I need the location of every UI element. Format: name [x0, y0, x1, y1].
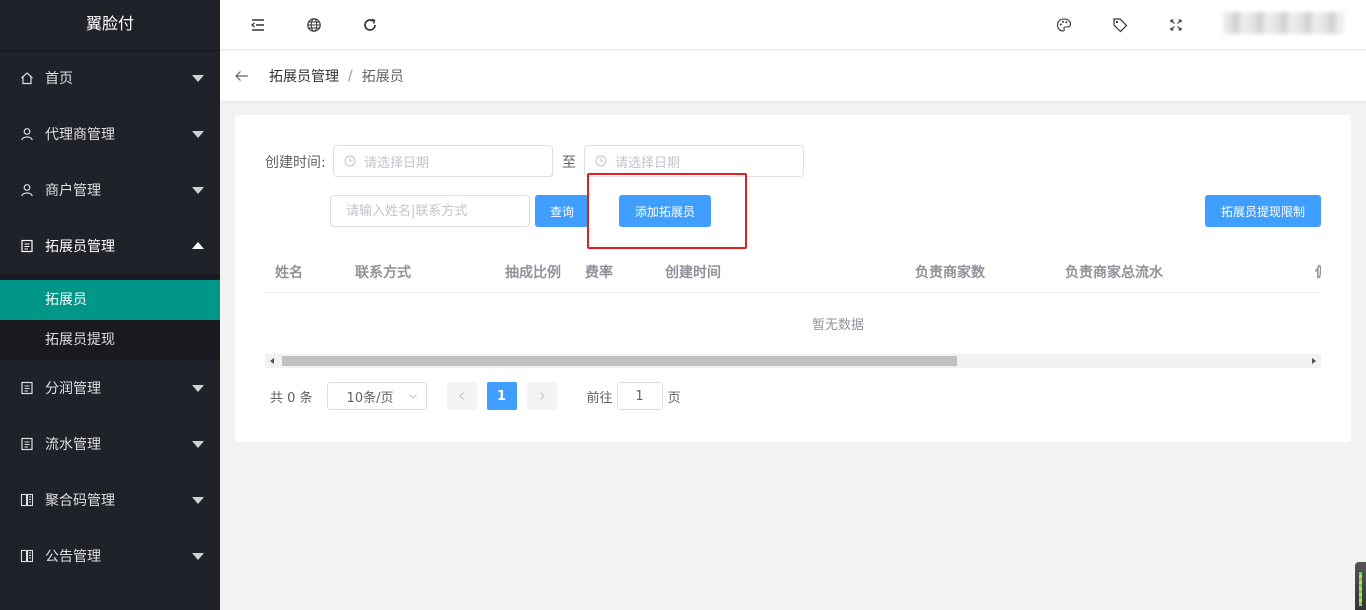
- breadcrumb-separator: /: [348, 68, 353, 84]
- grid-document-icon: [20, 493, 34, 507]
- goto-label: 前往: [586, 390, 613, 406]
- sidebar-item-announcements[interactable]: 公告管理: [0, 528, 220, 584]
- caret-down-icon: [192, 441, 204, 448]
- chevron-left-icon: [458, 392, 464, 400]
- page-size-select[interactable]: 10条/页: [326, 382, 427, 410]
- sidebar-item-label: 首页: [45, 71, 73, 87]
- user-avatar-name[interactable]: [1224, 12, 1344, 34]
- goto-page-input[interactable]: [616, 382, 663, 410]
- column-header: 创建时间: [665, 265, 721, 281]
- scroll-left-icon[interactable]: [270, 358, 274, 364]
- total-count: 共 0 条: [270, 390, 313, 406]
- breadcrumb-bar: 拓展员管理 / 拓展员: [220, 51, 1366, 101]
- caret-down-icon: [192, 131, 204, 138]
- breadcrumb-item[interactable]: 拓展员管理: [269, 66, 339, 86]
- end-date-placeholder: 请选择日期: [615, 155, 681, 171]
- page-number-current[interactable]: 1: [486, 382, 517, 410]
- chevron-down-icon: [408, 391, 418, 401]
- sidebar-item-flow[interactable]: 流水管理: [0, 416, 220, 472]
- caret-down-icon: [192, 553, 204, 560]
- add-promoter-button[interactable]: 添加拓展员: [619, 195, 711, 227]
- page-suffix-label: 页: [667, 390, 681, 406]
- to-label: 至: [562, 155, 576, 171]
- menu-fold-icon[interactable]: [250, 17, 266, 33]
- caret-down-icon: [192, 497, 204, 504]
- horizontal-scrollbar[interactable]: [265, 354, 1321, 368]
- start-date-placeholder: 请选择日期: [364, 155, 430, 171]
- column-header: 联系方式: [355, 265, 411, 281]
- document-icon: [20, 381, 34, 395]
- clock-icon: [344, 155, 356, 167]
- fullscreen-icon[interactable]: [1168, 17, 1184, 33]
- sidebar-item-label: 流水管理: [45, 437, 101, 453]
- sidebar-item-agents[interactable]: 代理商管理: [0, 106, 220, 162]
- caret-down-icon: [192, 385, 204, 392]
- arrow-left-icon[interactable]: [234, 68, 250, 84]
- sidebar-item-profit[interactable]: 分润管理: [0, 360, 220, 416]
- home-icon: [20, 71, 34, 85]
- pagination: 共 0 条 10条/页 1 前往 页: [270, 382, 681, 410]
- sidebar-item-aggregate-code[interactable]: 聚合码管理: [0, 472, 220, 528]
- app-logo: 翼脸付: [0, 0, 220, 50]
- prev-page-button[interactable]: [446, 382, 477, 410]
- sidebar-subitem-promoter[interactable]: 拓展员: [0, 280, 220, 320]
- caret-up-icon: [192, 242, 204, 249]
- sidebar-item-label: 代理商管理: [45, 127, 115, 143]
- column-header: 负责商家数: [915, 265, 985, 281]
- sidebar: 翼脸付 首页 代理商管理 商户管理 拓展员管理 拓展员 拓展员提现 分润管理 流…: [0, 0, 220, 610]
- next-page-button[interactable]: [526, 382, 557, 410]
- globe-icon[interactable]: [306, 17, 322, 33]
- sidebar-item-home[interactable]: 首页: [0, 50, 220, 106]
- created-time-label: 创建时间:: [265, 155, 326, 171]
- column-header: 抽成比例: [505, 265, 561, 281]
- floating-widget[interactable]: [1355, 562, 1366, 610]
- user-icon: [20, 127, 34, 141]
- end-date-picker[interactable]: 请选择日期: [584, 145, 804, 177]
- search-input[interactable]: [330, 195, 530, 227]
- caret-down-icon: [192, 75, 204, 82]
- top-header: [220, 0, 1366, 50]
- breadcrumb-current: 拓展员: [361, 69, 404, 85]
- tag-icon[interactable]: [1112, 17, 1128, 33]
- sidebar-subitem-promoter-withdraw[interactable]: 拓展员提现: [0, 320, 220, 360]
- empty-state: 暂无数据: [812, 317, 865, 333]
- sidebar-submenu-promoters: 拓展员 拓展员提现: [0, 274, 220, 360]
- document-icon: [20, 239, 34, 253]
- page-size-value: 10条/页: [346, 390, 394, 406]
- sidebar-item-label: 公告管理: [45, 549, 101, 565]
- content-card: 创建时间: 请选择日期 至 请选择日期 查询 添加拓展员 拓展员提现限制 姓名 …: [235, 115, 1351, 442]
- column-header: 费率: [585, 265, 613, 281]
- sidebar-item-label: 聚合码管理: [45, 493, 115, 509]
- palette-icon[interactable]: [1056, 17, 1072, 33]
- scrollbar-thumb[interactable]: [282, 356, 957, 366]
- user-icon: [20, 183, 34, 197]
- sidebar-item-label: 商户管理: [45, 183, 101, 199]
- caret-down-icon: [192, 187, 204, 194]
- query-button[interactable]: 查询: [535, 195, 589, 227]
- column-header: 负责商家总流水: [1065, 265, 1163, 281]
- promoter-table: 姓名 联系方式 抽成比例 费率 创建时间 负责商家数 负责商家总流水 佣 暂无数…: [265, 249, 1321, 353]
- clock-icon: [595, 155, 607, 167]
- refresh-icon[interactable]: [362, 17, 378, 33]
- column-header: 佣: [1315, 262, 1321, 282]
- start-date-picker[interactable]: 请选择日期: [333, 145, 553, 177]
- withdraw-limit-button[interactable]: 拓展员提现限制: [1205, 195, 1321, 227]
- sidebar-item-label: 分润管理: [45, 381, 101, 397]
- chevron-right-icon: [539, 392, 545, 400]
- scroll-right-icon[interactable]: [1312, 358, 1316, 364]
- table-header: 姓名 联系方式 抽成比例 费率 创建时间 负责商家数 负责商家总流水 佣: [265, 249, 1321, 293]
- grid-document-icon: [20, 549, 34, 563]
- document-icon: [20, 437, 34, 451]
- sidebar-item-promoters[interactable]: 拓展员管理: [0, 218, 220, 274]
- column-header: 姓名: [275, 265, 303, 281]
- sidebar-item-merchants[interactable]: 商户管理: [0, 162, 220, 218]
- sidebar-item-label: 拓展员管理: [45, 239, 115, 255]
